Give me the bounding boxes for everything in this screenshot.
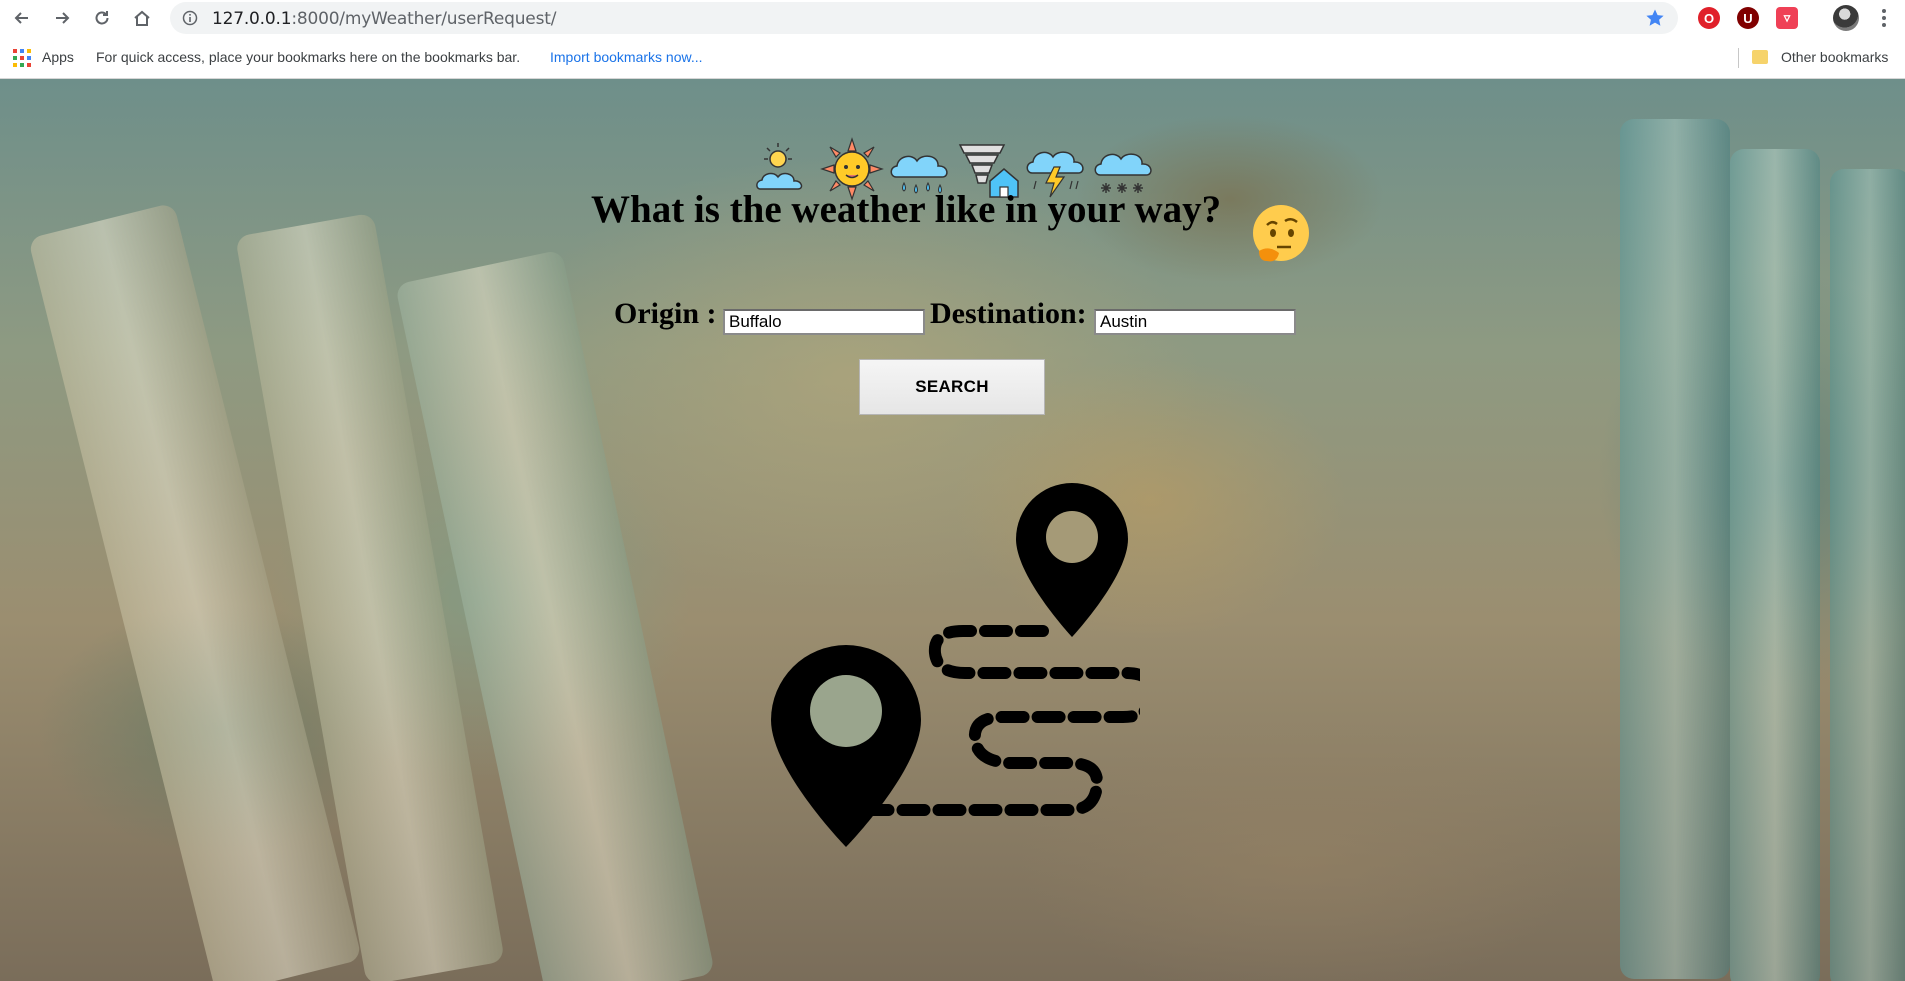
profile-avatar[interactable] <box>1833 5 1859 31</box>
arrow-left-icon <box>14 12 28 24</box>
url-text: 127.0.0.1:8000/myWeather/userRequest/ <box>212 9 556 29</box>
apps-label[interactable]: Apps <box>42 49 74 65</box>
reload-button[interactable] <box>90 6 114 30</box>
bookmarks-hint: For quick access, place your bookmarks h… <box>96 49 521 65</box>
rolled-map-decoration <box>1730 149 1820 981</box>
url-path: :8000/myWeather/userRequest/ <box>291 9 557 29</box>
page-title: What is the weather like in your way? <box>591 188 1222 231</box>
pocket-icon[interactable]: ▿ <box>1776 7 1798 29</box>
bookmark-star-icon[interactable] <box>1645 8 1665 28</box>
rolled-map-decoration <box>1620 119 1730 979</box>
home-icon <box>134 10 150 26</box>
forward-button[interactable] <box>50 6 74 30</box>
apps-grid-icon[interactable] <box>13 49 31 67</box>
address-bar[interactable]: 127.0.0.1:8000/myWeather/userRequest/ <box>170 2 1678 34</box>
back-button[interactable] <box>10 6 34 30</box>
origin-label: Origin : <box>614 297 717 330</box>
rolled-map-decoration <box>1830 169 1905 981</box>
destination-label: Destination: <box>930 297 1087 330</box>
bookmarks-bar: Apps For quick access, place your bookma… <box>0 36 1905 79</box>
search-button[interactable]: SEARCH <box>859 359 1045 415</box>
menu-kebab-icon[interactable] <box>1880 6 1888 30</box>
opera-glyph: O <box>1703 10 1715 26</box>
reload-icon <box>95 11 109 25</box>
destination-input[interactable] <box>1094 309 1296 335</box>
opera-icon[interactable]: O <box>1698 7 1720 29</box>
thinking-face-icon <box>1253 205 1309 262</box>
info-icon <box>182 10 198 26</box>
arrow-right-icon <box>56 12 70 24</box>
origin-input[interactable] <box>723 309 925 335</box>
pocket-glyph: ▿ <box>1783 10 1791 25</box>
home-button[interactable] <box>130 6 154 30</box>
ublock-icon[interactable]: U <box>1737 7 1759 29</box>
url-host: 127.0.0.1 <box>212 9 292 29</box>
bookmarks-separator <box>1738 48 1739 68</box>
page-background: What is the weather like in your way? Or… <box>0 79 1905 981</box>
browser-toolbar: 127.0.0.1:8000/myWeather/userRequest/ O … <box>0 0 1905 36</box>
import-bookmarks-link[interactable]: Import bookmarks now... <box>550 49 703 65</box>
ublock-glyph: U <box>1743 10 1753 26</box>
other-bookmarks[interactable]: Other bookmarks <box>1781 49 1888 65</box>
folder-icon <box>1752 50 1768 64</box>
route-map-pins-icon <box>771 483 1140 847</box>
